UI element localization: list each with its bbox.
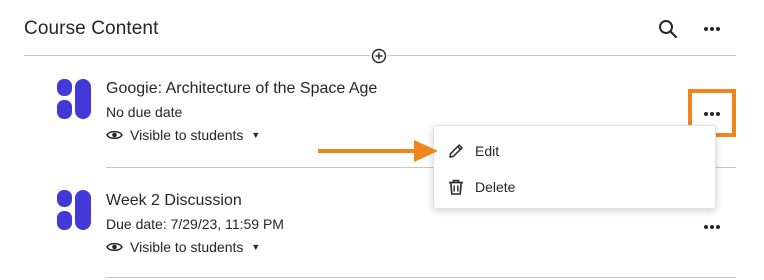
visibility-dropdown[interactable]: Visible to students ▼ — [106, 236, 260, 258]
content-item-title[interactable]: Week 2 Discussion — [106, 192, 242, 210]
search-button[interactable] — [656, 17, 680, 41]
eye-icon — [106, 130, 123, 140]
menu-item-label: Delete — [475, 179, 516, 195]
add-content-button[interactable] — [370, 47, 388, 65]
content-item-title[interactable]: Googie: Architecture of the Space Age — [106, 80, 377, 98]
content-item-more-button[interactable] — [700, 215, 724, 239]
pencil-icon — [449, 144, 463, 158]
visibility-dropdown[interactable]: Visible to students ▼ — [106, 124, 260, 146]
menu-item-label: Edit — [475, 143, 500, 159]
trash-icon — [449, 179, 463, 195]
page-title: Course Content — [24, 18, 159, 39]
context-menu: Edit Delete — [433, 125, 716, 209]
course-options-button[interactable] — [700, 17, 724, 41]
more-horizontal-icon — [704, 27, 720, 31]
caret-down-icon: ▼ — [251, 130, 261, 140]
due-date: Due date: 7/29/23, 11:59 PM — [106, 216, 284, 232]
eye-icon — [106, 242, 123, 252]
due-date: No due date — [106, 104, 183, 120]
arrow-annotation-icon — [318, 140, 438, 162]
caret-down-icon: ▼ — [251, 242, 261, 252]
item-divider — [106, 277, 736, 278]
content-item-more-button[interactable] — [700, 102, 724, 126]
menu-item-edit[interactable]: Edit — [434, 134, 715, 168]
menu-item-delete[interactable]: Delete — [434, 170, 715, 204]
search-icon — [659, 20, 678, 39]
learning-module-icon — [57, 190, 91, 230]
visibility-label: Visible to students — [130, 239, 244, 255]
more-horizontal-icon — [704, 112, 720, 116]
more-horizontal-icon — [704, 225, 720, 229]
plus-circle-icon — [371, 48, 387, 64]
visibility-label: Visible to students — [130, 127, 244, 143]
learning-module-icon — [57, 79, 91, 119]
